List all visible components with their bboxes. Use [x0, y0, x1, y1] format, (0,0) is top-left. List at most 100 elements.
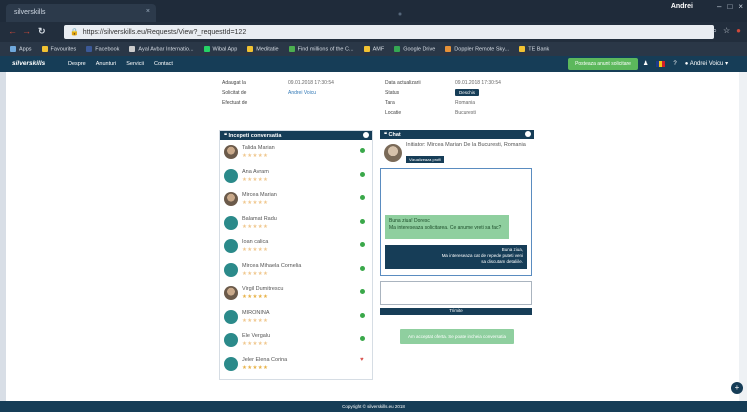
chat-icon: ❝	[384, 131, 387, 138]
bookmark-item[interactable]: Wibal App	[203, 45, 237, 52]
bookmark-label: Favourites	[50, 46, 77, 53]
incoming-message: Buna ziua! Doresc Ma intereseaza solicit…	[385, 215, 509, 239]
bookmark-item[interactable]: Apps	[10, 45, 32, 52]
menu-item-despre[interactable]: Despre	[68, 61, 86, 67]
person-row[interactable]: Ana Avram ★★★★★	[224, 168, 365, 190]
star-icon: ★	[262, 364, 269, 371]
country-label: Tara	[385, 100, 395, 106]
person-avatar	[224, 262, 238, 277]
page-left-edge	[0, 72, 6, 402]
added-at-value: 09.01.2018 17:30:54	[288, 80, 334, 86]
person-name: Jeler Elena Corina	[242, 356, 288, 363]
menu-item-anunturi[interactable]: Anunturi	[96, 61, 117, 67]
chat-messages[interactable]: Buna ziua! Doresc Ma intereseaza solicit…	[380, 168, 532, 276]
bookmark-label: Ayal Avbar Internatio...	[138, 46, 194, 53]
person-row[interactable]: MIRONINA ★★★★★	[224, 309, 365, 331]
bookmark-item[interactable]: AMF	[363, 45, 384, 52]
user-menu[interactable]: ● Andrei Voicu ▾	[685, 60, 728, 67]
chat-initiator: Initiator: Mircea Marian De la Bucuresti…	[406, 142, 526, 148]
maximize-icon[interactable]: □	[727, 2, 732, 11]
extension-icon[interactable]: ●	[736, 26, 741, 36]
language-flag-icon[interactable]	[656, 60, 666, 67]
view-profile-button[interactable]: Vizualizeaza profil	[406, 156, 445, 163]
star-icon: ★	[262, 341, 269, 347]
person-name: MIRONINA	[242, 309, 270, 316]
person-row[interactable]: Mircea Mihaela Cornelia ★★★★★	[224, 262, 365, 284]
person-name: Mircea Mihaela Cornelia	[242, 262, 302, 269]
browser-titlebar: silverskills × Andrei – □ ×	[0, 0, 747, 22]
menu-item-contact[interactable]: Contact	[154, 61, 173, 67]
add-icon[interactable]: +	[731, 382, 743, 394]
initiator-avatar	[384, 144, 402, 162]
reload-icon[interactable]: ↻	[38, 26, 46, 37]
bookmark-item[interactable]: Ayal Avbar Internatio...	[129, 45, 194, 53]
bookmark-item[interactable]: Facebook	[86, 45, 119, 52]
person-avatar	[224, 239, 238, 253]
person-row[interactable]: Ioan calica ★★★★★	[224, 238, 365, 260]
lock-icon: 🔒	[70, 29, 79, 36]
bookmark-item[interactable]: TE Bank	[519, 45, 549, 52]
person-row[interactable]: Mircea Marian ★★★★★	[224, 191, 365, 213]
bookmark-item[interactable]: Doppler Remote Sky...	[445, 45, 510, 53]
search-icon[interactable]: ⌕	[713, 26, 717, 36]
bookmark-item[interactable]: Favourites	[41, 45, 77, 53]
bookmark-label: Find millions of the C...	[297, 46, 354, 53]
main-menu: Despre Anunturi Servicii Contact	[68, 61, 173, 67]
outgoing-message: Buna ziua, Ma intereseaza cat de repede …	[385, 245, 527, 269]
online-status-icon	[360, 265, 365, 271]
person-avatar	[224, 309, 238, 324]
bookmark-icon	[363, 45, 370, 52]
star-icon: ★	[262, 223, 269, 230]
person-avatar	[224, 192, 238, 206]
chat-input[interactable]	[380, 281, 532, 305]
browser-tab[interactable]: silverskills ×	[6, 4, 156, 22]
star-icon: ★	[262, 270, 269, 277]
person-row[interactable]: Jeler Elena Corina ★★★★★ ♥	[224, 356, 364, 378]
star-icon: ★	[262, 200, 269, 206]
person-name: Ioan calica	[242, 239, 269, 245]
location-label: Locatie	[385, 110, 402, 116]
requested-by-link[interactable]: Andrei Voicu	[288, 90, 316, 96]
user-icon[interactable]: ♟	[643, 60, 648, 67]
info-icon	[525, 131, 531, 137]
help-icon[interactable]: ?	[673, 61, 676, 67]
post-request-button[interactable]: Posteaza anunt solicitare	[568, 58, 638, 70]
back-icon[interactable]: ←	[8, 26, 17, 36]
person-row[interactable]: Virgil Dumitrescu ★★★★★	[224, 285, 365, 307]
star-icon[interactable]: ☆	[723, 26, 730, 36]
person-row[interactable]: Ele Vergalu ★★★★★	[224, 332, 365, 354]
accept-offer-button[interactable]: Am acceptat oferta. Se poate incheia con…	[400, 329, 514, 344]
bookmark-label: Google Drive	[403, 46, 436, 53]
site-logo[interactable]: silverskills	[12, 60, 45, 67]
url-field[interactable]: 🔒 https://silverskills.eu/Requests/View?_…	[64, 25, 714, 39]
address-bar-row: ← → ↻ 🔒 https://silverskills.eu/Requests/…	[0, 22, 747, 42]
close-tab-icon[interactable]: ×	[146, 8, 150, 15]
forward-icon[interactable]: →	[22, 26, 31, 36]
person-row[interactable]: Talida Marian ★★★★★	[224, 144, 365, 166]
person-avatar	[224, 145, 238, 159]
nav-user-area: ♟ ? ● Andrei Voicu ▾	[643, 60, 728, 67]
url-text: https://silverskills.eu/Requests/View?_r…	[82, 29, 247, 36]
bookmark-icon	[203, 45, 210, 52]
bookmark-item[interactable]: Google Drive	[394, 45, 436, 53]
bookmark-item[interactable]: Meditatie	[247, 45, 279, 52]
person-name: Ana Avram	[242, 168, 269, 175]
minimize-icon[interactable]: –	[717, 2, 721, 11]
close-window-icon[interactable]: ×	[738, 2, 743, 11]
rating-stars: ★★★★★	[242, 271, 268, 277]
user-name: Andrei Voicu	[689, 61, 724, 67]
bookmark-item[interactable]: Find millions of the C...	[288, 45, 354, 53]
send-button[interactable]: Trimite	[380, 308, 532, 315]
menu-item-servicii[interactable]: Servicii	[126, 61, 144, 67]
rating-stars: ★★★★★	[242, 341, 268, 347]
online-status-icon	[360, 242, 365, 247]
online-status-icon	[360, 195, 365, 200]
bookmark-label: Doppler Remote Sky...	[454, 46, 510, 53]
person-name: Ele Vergalu	[242, 333, 271, 339]
rating-stars: ★★★★★	[242, 294, 268, 300]
bookmark-icon	[129, 45, 136, 52]
page-right-edge	[739, 72, 747, 402]
person-row[interactable]: Balamat Radu ★★★★★	[224, 215, 365, 237]
star-icon: ★	[262, 247, 269, 253]
info-icon	[363, 132, 369, 138]
